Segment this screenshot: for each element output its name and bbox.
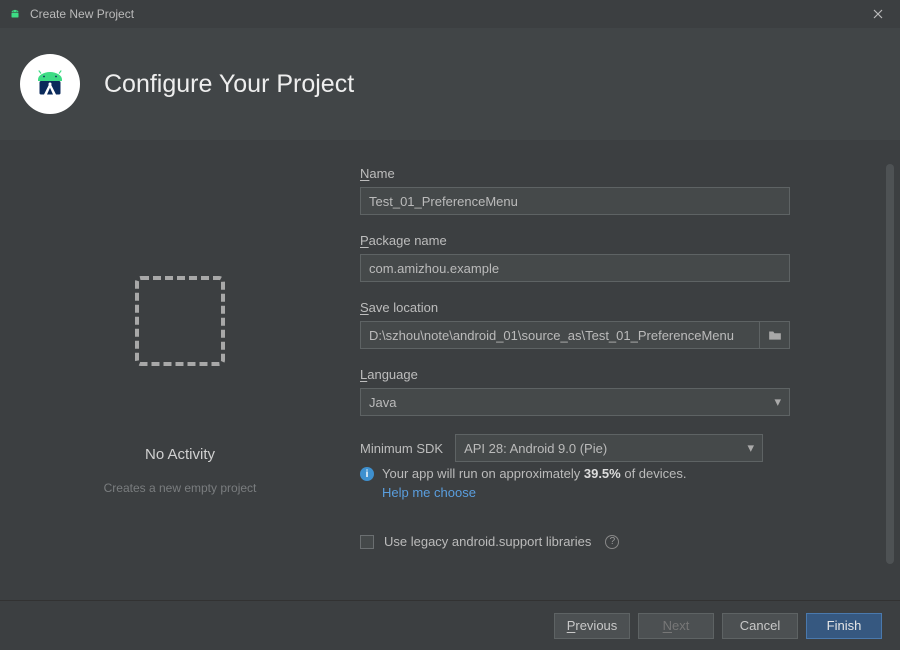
package-input[interactable] bbox=[360, 254, 790, 282]
package-field: Package name bbox=[360, 233, 844, 282]
name-field: Name bbox=[360, 166, 844, 215]
page-title: Configure Your Project bbox=[104, 70, 354, 99]
save-location-label: Save location bbox=[360, 300, 844, 315]
name-label: Name bbox=[360, 166, 844, 181]
template-preview bbox=[135, 276, 225, 366]
template-subtitle: Creates a new empty project bbox=[104, 481, 257, 495]
android-studio-icon bbox=[20, 54, 80, 114]
finish-button[interactable]: Finish bbox=[806, 613, 882, 639]
title-bar: Create New Project bbox=[0, 0, 900, 28]
min-sdk-value: API 28: Android 9.0 (Pie) bbox=[464, 441, 607, 456]
chevron-down-icon: ▾ bbox=[748, 440, 755, 456]
compatibility-info: i Your app will run on approximately 39.… bbox=[360, 466, 844, 481]
next-button: Next bbox=[638, 613, 714, 639]
legacy-libraries-row: Use legacy android.support libraries ? bbox=[360, 534, 844, 549]
browse-folder-button[interactable] bbox=[760, 321, 790, 349]
save-location-input[interactable] bbox=[360, 321, 760, 349]
window-title: Create New Project bbox=[30, 7, 134, 21]
package-label: Package name bbox=[360, 233, 844, 248]
legacy-checkbox[interactable] bbox=[360, 535, 374, 549]
content-area: No Activity Creates a new empty project … bbox=[0, 140, 900, 600]
form-pane: Name Package name Save location bbox=[360, 140, 900, 600]
previous-button[interactable]: Previous bbox=[554, 613, 630, 639]
save-location-field: Save location bbox=[360, 300, 844, 349]
chevron-down-icon: ▾ bbox=[774, 394, 781, 410]
min-sdk-label: Minimum SDK bbox=[360, 441, 443, 456]
cancel-button[interactable]: Cancel bbox=[722, 613, 798, 639]
android-icon bbox=[8, 7, 22, 21]
header-banner: Configure Your Project bbox=[0, 28, 900, 140]
scrollbar[interactable] bbox=[886, 164, 894, 564]
language-select[interactable]: Java ▾ bbox=[360, 388, 790, 416]
min-sdk-field: Minimum SDK API 28: Android 9.0 (Pie) ▾ … bbox=[360, 434, 844, 500]
language-label: Language bbox=[360, 367, 844, 382]
language-value: Java bbox=[369, 395, 396, 410]
template-title: No Activity bbox=[104, 446, 257, 463]
help-icon[interactable]: ? bbox=[605, 535, 619, 549]
footer: Previous Next Cancel Finish bbox=[0, 600, 900, 650]
name-input[interactable] bbox=[360, 187, 790, 215]
preview-pane: No Activity Creates a new empty project bbox=[0, 140, 360, 600]
legacy-label: Use legacy android.support libraries bbox=[384, 534, 591, 549]
min-sdk-select[interactable]: API 28: Android 9.0 (Pie) ▾ bbox=[455, 434, 763, 462]
language-field: Language Java ▾ bbox=[360, 367, 844, 416]
help-me-choose-link[interactable]: Help me choose bbox=[382, 485, 844, 500]
close-icon[interactable] bbox=[864, 0, 892, 28]
info-icon: i bbox=[360, 467, 374, 481]
